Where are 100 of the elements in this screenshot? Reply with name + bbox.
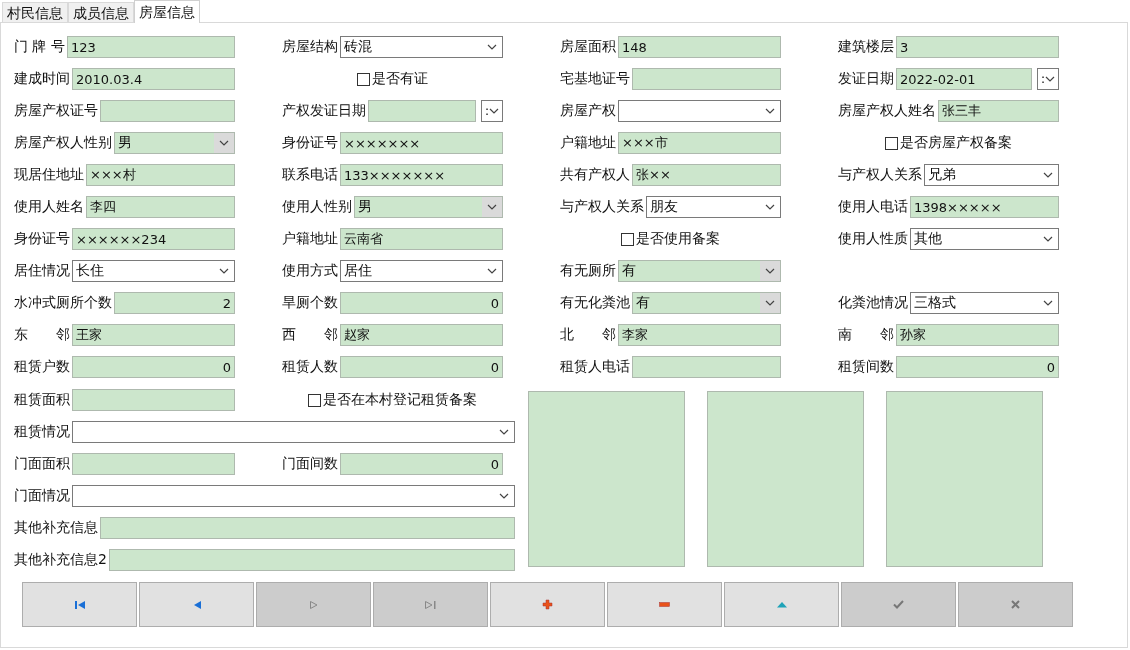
field-label: 与产权人关系 [560,198,644,216]
chevron-down-icon [487,44,497,50]
checkbox[interactable]: 是否有证 [357,70,428,88]
text-field[interactable]: 0 [72,356,235,378]
date-field[interactable]: 2022-02-01 [896,68,1032,90]
dropdown[interactable]: 长住 [72,260,235,282]
text-field[interactable] [632,356,781,378]
dropdown[interactable]: 三格式 [910,292,1059,314]
field-label: 房屋面积 [560,38,616,56]
date-field[interactable] [368,100,476,122]
text-field[interactable]: 2010.03.4 [72,68,235,90]
field-label: 户籍地址 [560,134,616,152]
photo-slot[interactable] [528,391,685,567]
field-label: 北 邻 [560,326,616,344]
field-label: 现居住地址 [14,166,84,184]
field-label: 房屋结构 [282,38,338,56]
up-triangle-icon [775,601,788,608]
text-field[interactable]: 3 [896,36,1059,58]
text-field[interactable]: 赵家 [340,324,503,346]
chevron-down-icon [765,108,775,114]
dropdown[interactable] [72,421,515,443]
field-label: 水冲式厕所个数 [14,294,112,312]
text-field[interactable]: 孙家 [896,324,1059,346]
field-label: 东 邻 [14,326,70,344]
tab[interactable]: 成员信息 [68,2,134,22]
text-field[interactable]: 张三丰 [938,100,1059,122]
text-field[interactable] [72,389,235,411]
date-picker-button[interactable]: : [481,100,503,122]
navigator-button[interactable] [22,582,137,627]
text-field[interactable]: ××××××234 [72,228,235,250]
dropdown[interactable]: 砖混 [340,36,503,58]
field-label: 南 邻 [838,326,894,344]
text-field[interactable] [632,68,781,90]
text-field[interactable]: 0 [896,356,1059,378]
text-field[interactable]: ××××××× [340,132,503,154]
navigator-button[interactable] [607,582,722,627]
text-field[interactable]: 李家 [618,324,781,346]
field-label: 身份证号 [282,134,338,152]
text-field[interactable]: 148 [618,36,781,58]
field-label: 门 牌 号 [14,38,65,56]
navigator-button[interactable] [724,582,839,627]
dropdown[interactable] [618,100,781,122]
field-label: 联系电话 [282,166,338,184]
checkbox[interactable]: 是否在本村登记租赁备案 [308,391,477,409]
check-icon [893,600,904,609]
text-field[interactable]: ×××村 [86,164,235,186]
field-label: 化粪池情况 [838,294,908,312]
chevron-down-icon [1043,172,1053,178]
tab[interactable]: 房屋信息 [134,0,200,23]
text-field[interactable]: 0 [340,453,503,475]
text-field[interactable]: 0 [340,356,503,378]
text-field[interactable]: 123 [66,36,235,58]
text-field[interactable]: 云南省 [340,228,503,250]
text-field[interactable] [108,549,515,571]
field-label: 建成时间 [14,70,70,88]
field-label: 租赁人数 [282,358,338,376]
chevron-down-icon [765,300,775,306]
field-label: 居住情况 [14,262,70,280]
text-field[interactable] [72,453,235,475]
checkbox[interactable]: 是否使用备案 [621,230,720,248]
date-picker-button[interactable]: : [1037,68,1059,90]
field-label: 租赁户数 [14,358,70,376]
field-label: 使用人性别 [282,198,352,216]
field-label: 其他补充信息2 [14,551,107,569]
dropdown[interactable]: 朋友 [646,196,781,218]
field-label: 租赁情况 [14,423,70,441]
minus-icon [659,602,670,607]
skip-first-icon [73,599,86,610]
text-field[interactable]: ×××市 [618,132,781,154]
tab[interactable]: 村民信息 [2,2,68,22]
text-field[interactable] [100,517,515,539]
photo-slot[interactable] [707,391,864,567]
text-field[interactable] [100,100,235,122]
text-field[interactable]: 2 [114,292,235,314]
chevron-down-icon [1043,300,1053,306]
dropdown[interactable]: 居住 [340,260,503,282]
chevron-down-icon [499,493,509,499]
close-icon [1011,600,1020,609]
field-label: 有无化粪池 [560,294,630,312]
text-field[interactable]: 张×× [632,164,781,186]
field-label: 使用方式 [282,262,338,280]
navigator-button[interactable] [490,582,605,627]
text-field[interactable]: 王家 [72,324,235,346]
skip-last-icon [423,599,438,610]
field-label: 房屋产权证号 [14,102,98,120]
text-field[interactable]: 0 [340,292,503,314]
text-field[interactable]: 李四 [86,196,235,218]
field-label: 发证日期 [838,70,894,88]
dropdown[interactable]: 其他 [910,228,1059,250]
navigator-button[interactable] [139,582,254,627]
chevron-down-icon [219,140,229,146]
field-label: 房屋产权人性别 [14,134,112,152]
text-field[interactable]: 1398××××× [910,196,1059,218]
text-field[interactable]: 133××××××× [340,164,503,186]
checkbox[interactable]: 是否房屋产权备案 [885,134,1012,152]
photo-slot[interactable] [886,391,1043,567]
dropdown[interactable] [72,485,515,507]
chevron-down-icon [489,108,499,114]
dropdown[interactable]: 兄弟 [924,164,1059,186]
field-label: 旱厕个数 [282,294,338,312]
